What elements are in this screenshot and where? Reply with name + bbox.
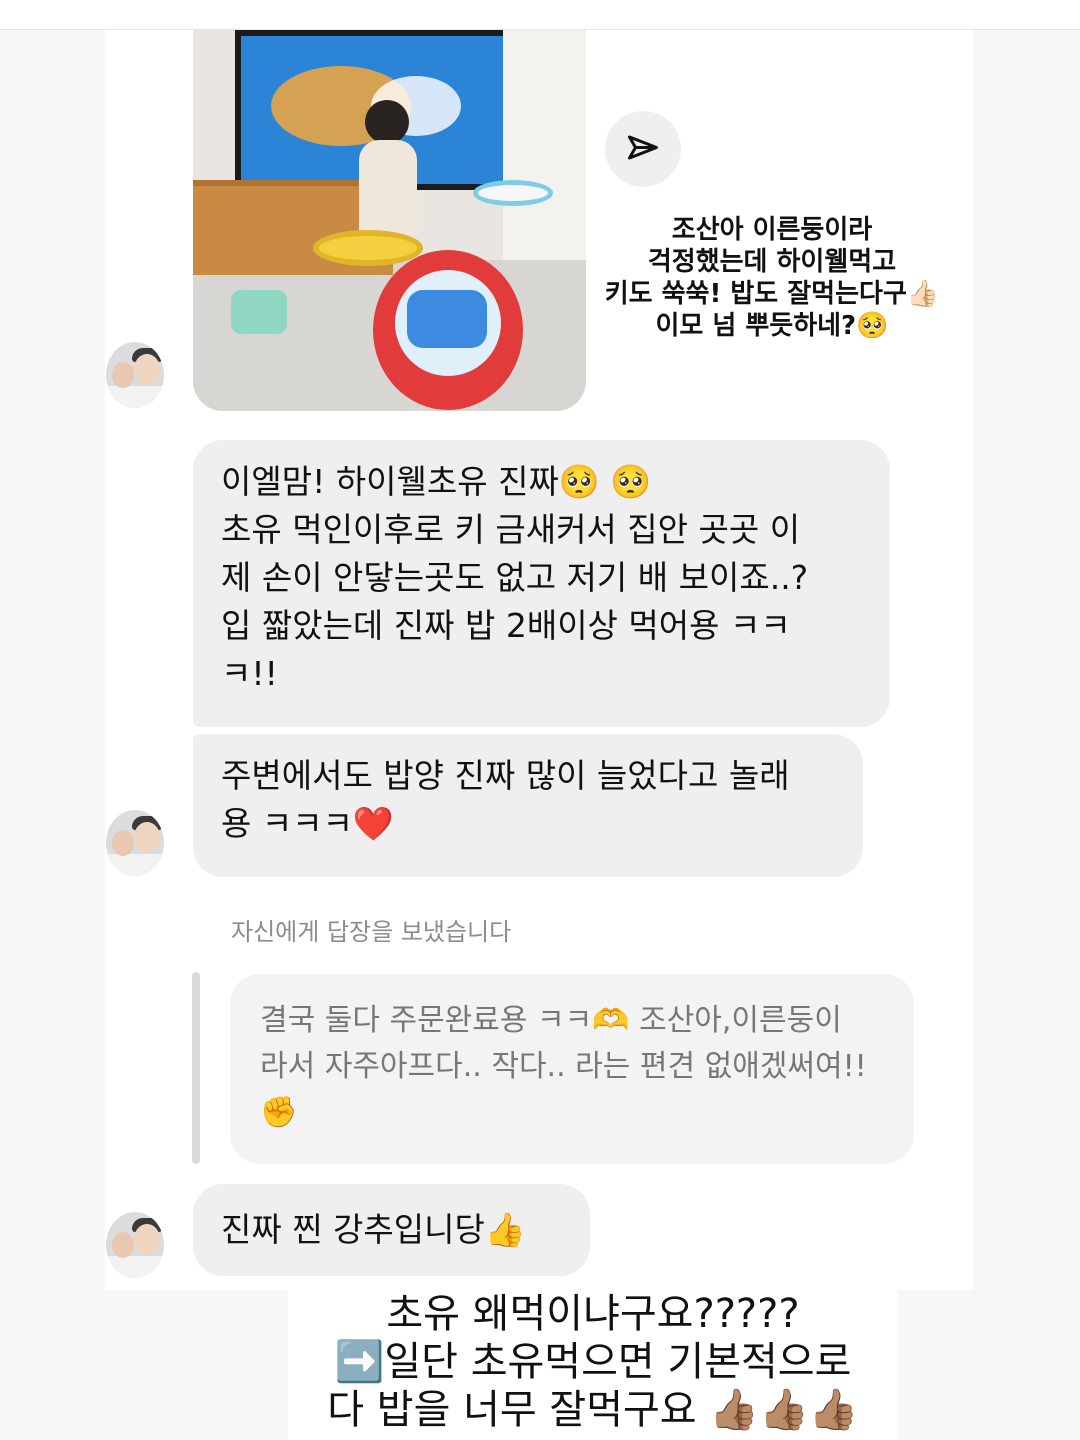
photo-toy-drum (373, 250, 523, 410)
photo-child (353, 100, 423, 250)
avatar[interactable] (106, 810, 164, 876)
message-bubble[interactable]: 주변에서도 밥양 진짜 많이 늘었다고 놀래 용 ㅋㅋㅋ❤️ (193, 734, 863, 877)
message-bubble[interactable]: 진짜 찐 강추입니당👍 (193, 1184, 590, 1276)
shared-photo[interactable] (193, 30, 586, 411)
top-bar (0, 0, 1080, 30)
avatar[interactable] (106, 342, 164, 408)
avatar[interactable] (106, 1212, 164, 1278)
reply-label: 자신에게 답장을 보냈습니다 (231, 918, 512, 946)
quote-bar (192, 972, 200, 1164)
paper-plane-icon (628, 135, 658, 160)
quoted-message[interactable]: 결국 둘다 주문완료용 ㅋㅋ🫶 조산아,이른둥이 라서 자주아프다.. 작다..… (230, 974, 914, 1164)
share-button[interactable] (605, 111, 681, 187)
overlay-text-card: 초유 왜먹이냐구요????? ➡️일단 초유먹으면 기본적으로 다 밥을 너무 … (288, 1290, 898, 1440)
message-bubble[interactable]: 이엘맘! 하이웰초유 진짜🥺 🥺 초유 먹인이후로 키 금새커서 집안 곳곳 이… (193, 440, 890, 727)
photo-caption: 조산아 이른둥이라 걱정했는데 하이웰먹고 키도 쑥쑥! 밥도 잘먹는다구👍🏻 … (604, 215, 940, 341)
